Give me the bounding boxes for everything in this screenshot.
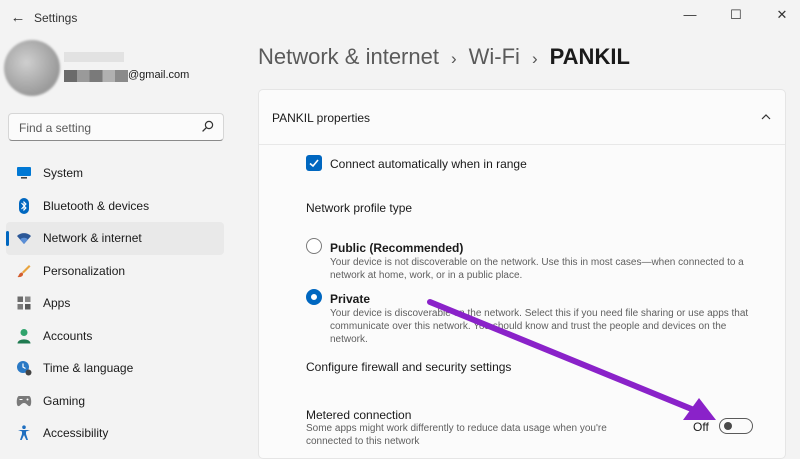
minimize-button[interactable]: —	[667, 4, 713, 28]
sidebar-item-label: Bluetooth & devices	[43, 198, 150, 213]
clock-icon	[16, 360, 32, 376]
network-icon	[16, 230, 32, 246]
breadcrumb-network[interactable]: Network & internet	[258, 44, 439, 69]
metered-connection-title: Metered connection	[306, 408, 412, 422]
account-name-redacted	[64, 52, 124, 62]
private-radio[interactable]	[306, 289, 322, 305]
back-arrow-icon[interactable]: ←	[8, 8, 28, 28]
sidebar-item-label: Network & internet	[43, 231, 142, 245]
sidebar-item-label: Time & language	[43, 361, 134, 375]
sidebar-item-time-language[interactable]: Time & language	[6, 352, 224, 385]
accessibility-icon	[16, 425, 32, 441]
monitor-icon	[16, 165, 32, 181]
page-title: PANKIL	[549, 44, 630, 69]
sidebar-item-apps[interactable]: Apps	[6, 287, 224, 320]
bluetooth-icon	[16, 197, 32, 214]
sidebar-item-network[interactable]: Network & internet	[6, 222, 224, 255]
configure-firewall-link[interactable]: Configure firewall and security settings	[306, 360, 511, 374]
breadcrumb-wifi[interactable]: Wi-Fi	[469, 44, 520, 69]
search-box[interactable]	[8, 113, 224, 141]
breadcrumb-separator: ›	[450, 49, 457, 68]
metered-connection-toggle[interactable]	[719, 418, 753, 434]
auto-connect-checkbox[interactable]	[306, 155, 322, 171]
search-input[interactable]	[17, 119, 201, 137]
account-email-suffix: @gmail.com	[128, 69, 190, 81]
sidebar-item-gaming[interactable]: Gaming	[6, 385, 224, 418]
public-option-description: Your device is not discoverable on the n…	[330, 257, 744, 281]
apps-icon	[16, 295, 32, 311]
window-title: Settings	[34, 11, 78, 25]
gamepad-icon	[16, 393, 32, 409]
metered-toggle-state: Off	[693, 420, 709, 434]
properties-title: PANKIL properties	[272, 111, 371, 125]
sidebar-item-label: Accounts	[43, 328, 93, 343]
toggle-knob	[724, 422, 732, 430]
properties-header[interactable]: PANKIL properties	[259, 90, 785, 145]
brush-icon	[16, 263, 32, 279]
private-option-description: Your device is discoverable on the netwo…	[330, 308, 749, 345]
chevron-up-icon[interactable]	[759, 110, 773, 124]
auto-connect-label: Connect automatically when in range	[330, 157, 527, 171]
sidebar-item-bluetooth[interactable]: Bluetooth & devices	[6, 190, 224, 223]
maximize-button[interactable]: ☐	[713, 4, 759, 28]
sidebar-item-label: Apps	[43, 296, 71, 310]
sidebar-item-label: System	[43, 166, 84, 180]
title-bar: ← Settings — ☐ ✕	[0, 0, 800, 34]
sidebar-item-personalization[interactable]: Personalization	[6, 255, 224, 288]
checkmark-icon	[309, 159, 319, 168]
account-email-redacted	[64, 70, 128, 82]
account-card: @gmail.com	[4, 40, 254, 100]
sidebar-item-accounts[interactable]: Accounts	[6, 320, 224, 353]
avatar	[4, 40, 60, 96]
close-button[interactable]: ✕	[759, 4, 800, 28]
breadcrumb-separator: ›	[531, 49, 538, 68]
sidebar-nav: System Bluetooth & devices Network & int…	[6, 157, 224, 450]
profile-type-label: Network profile type	[306, 201, 413, 215]
sidebar-item-label: Personalization	[43, 263, 126, 278]
search-icon[interactable]	[201, 119, 215, 133]
person-icon	[16, 328, 32, 344]
properties-panel: PANKIL properties Connect automatically …	[258, 89, 786, 459]
sidebar-item-label: Accessibility	[43, 426, 109, 440]
public-radio[interactable]	[306, 238, 322, 254]
sidebar-item-accessibility[interactable]: Accessibility	[6, 417, 224, 450]
breadcrumb: Network & internet › Wi-Fi › PANKIL	[258, 44, 630, 70]
sidebar-item-label: Gaming	[43, 393, 86, 408]
sidebar-item-system[interactable]: System	[6, 157, 224, 190]
metered-connection-description: Some apps might work differently to redu…	[306, 423, 607, 447]
public-option-title: Public (Recommended)	[330, 241, 464, 255]
private-option-title: Private	[330, 292, 371, 306]
